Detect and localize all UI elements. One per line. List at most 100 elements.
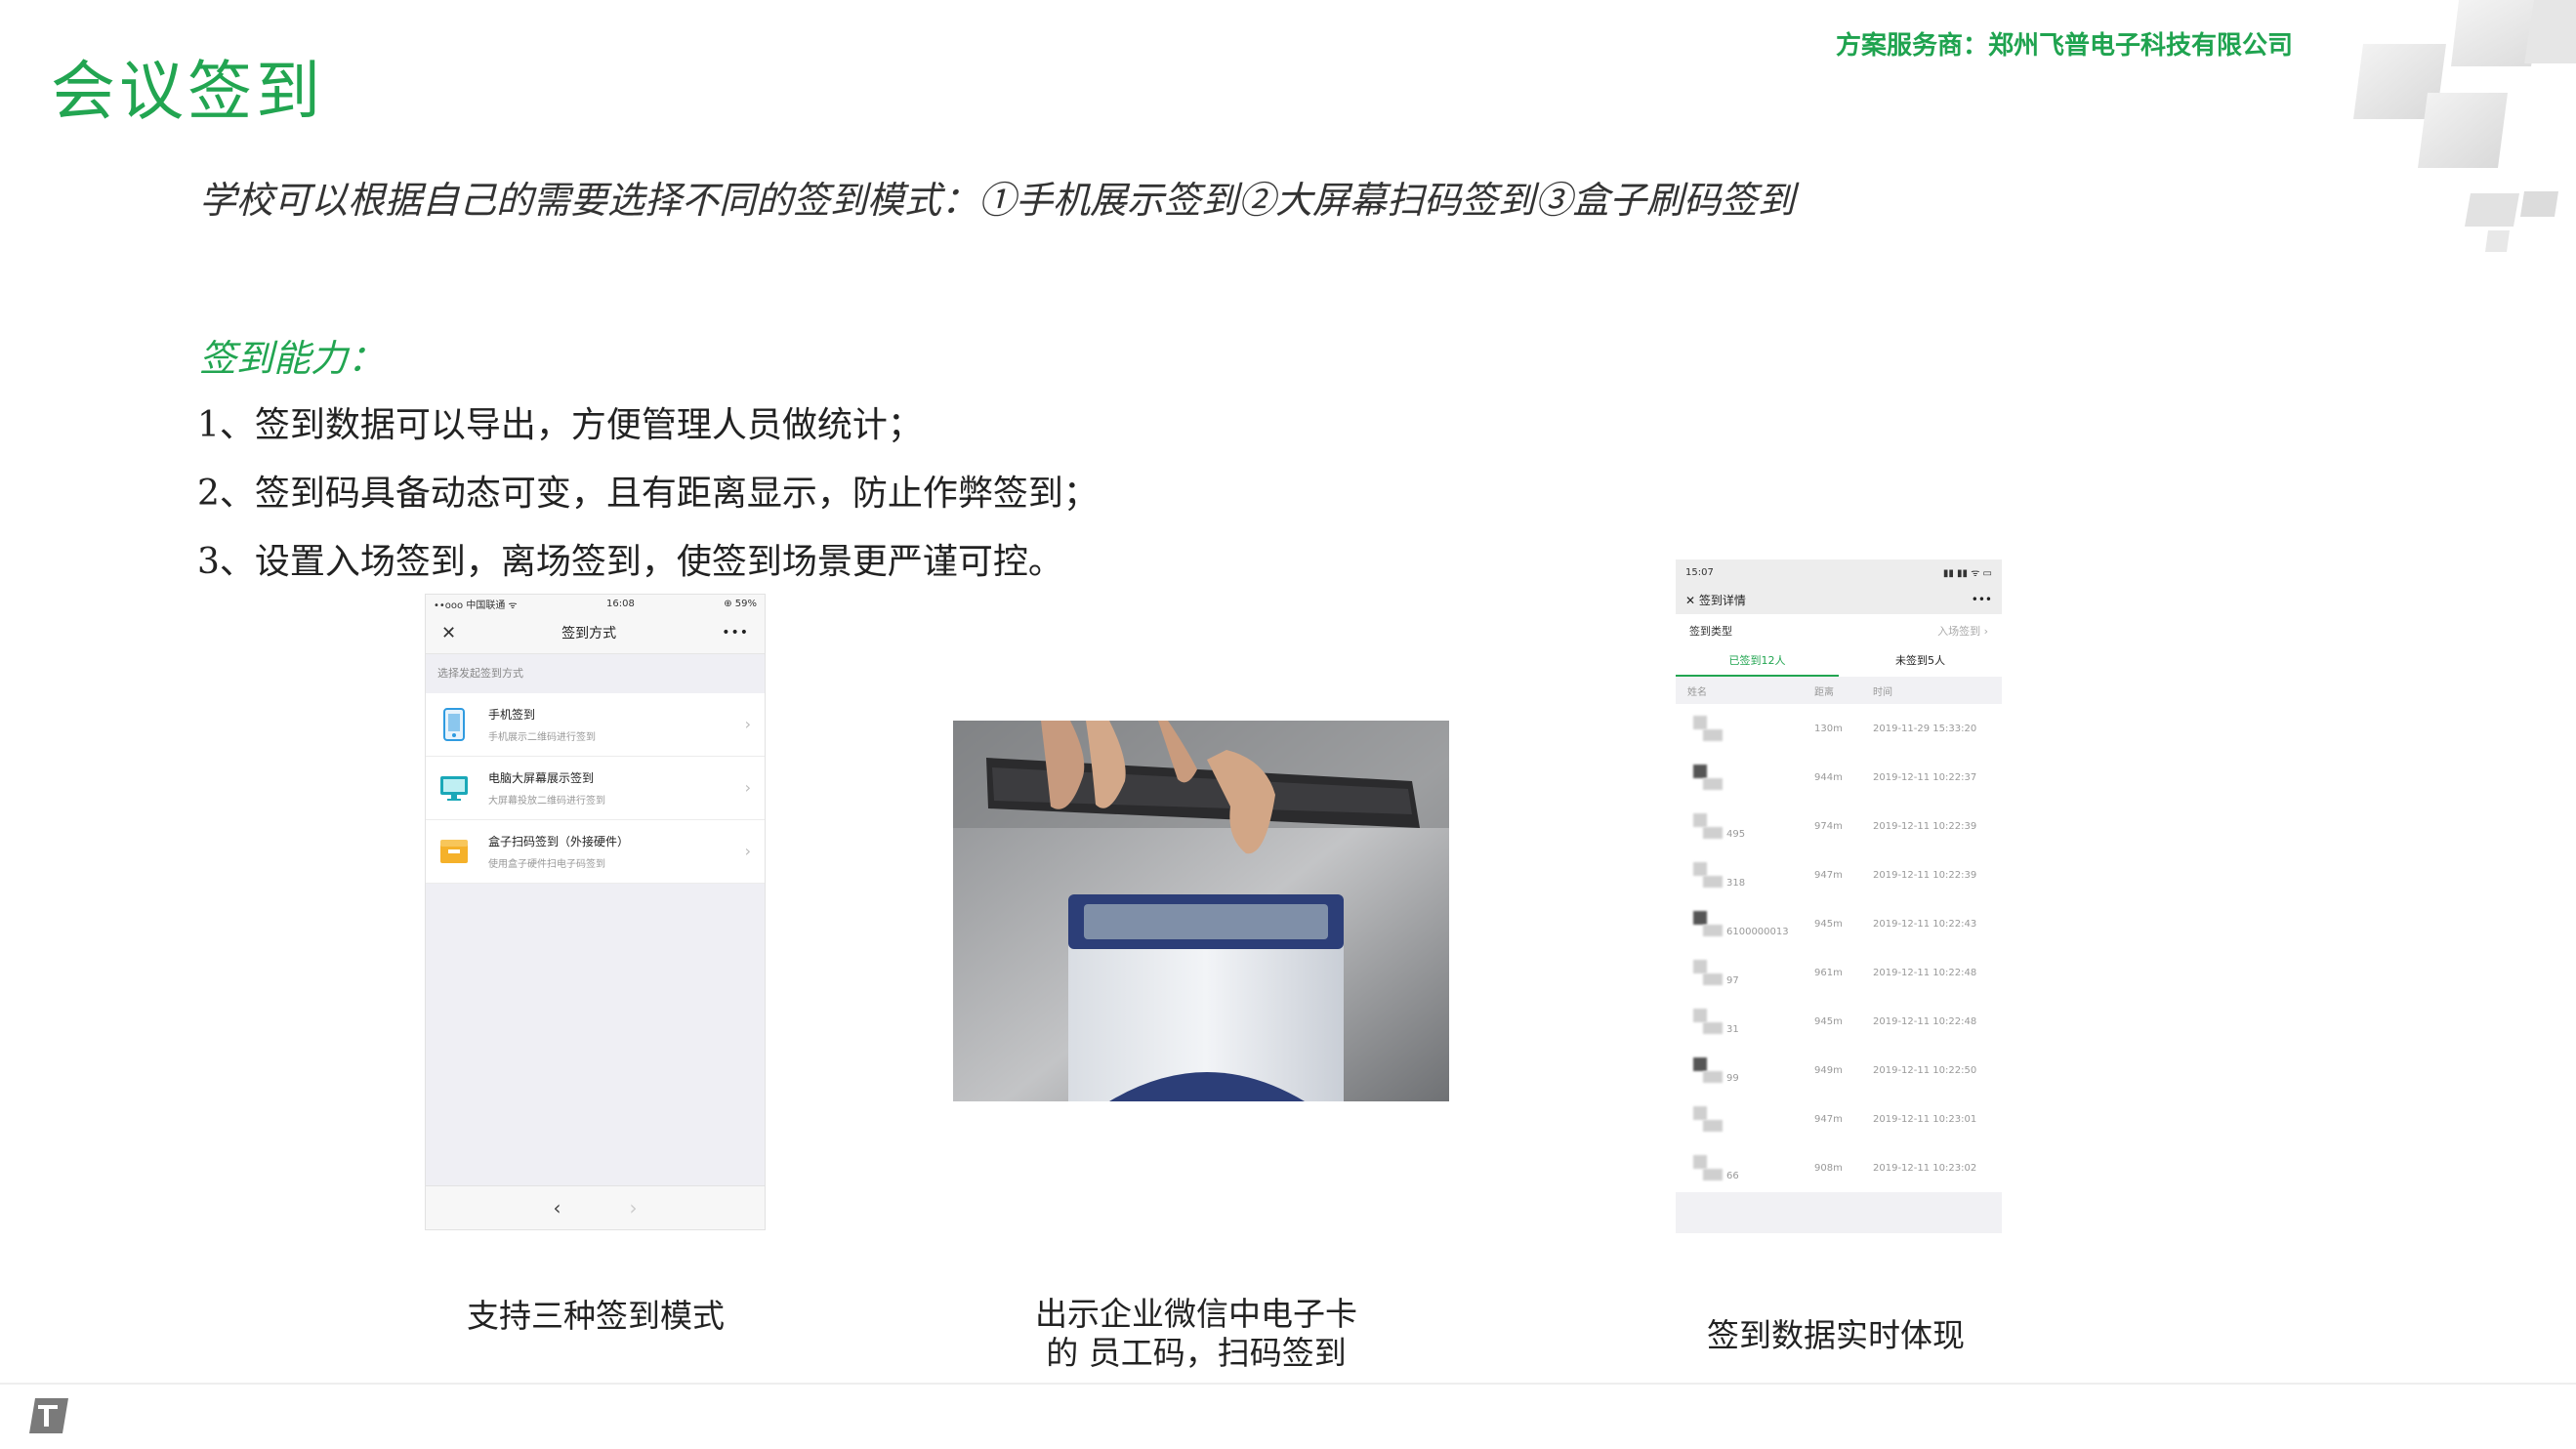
time-cell: 2019-12-11 10:22:48 <box>1873 967 1977 978</box>
intro-text: 学校可以根据自己的需要选择不同的签到模式：①手机展示签到②大屏幕扫码签到③盒子刷… <box>199 179 1796 222</box>
name-fragment: 318 <box>1726 878 1746 889</box>
close-icon[interactable]: ✕ <box>1685 594 1695 607</box>
option-desc: 大屏幕投放二维码进行签到 <box>488 796 605 807</box>
time-cell: 2019-12-11 10:22:48 <box>1873 1015 1977 1027</box>
blurred-name-cell <box>1687 1095 1814 1143</box>
option-desc: 手机展示二维码进行签到 <box>488 732 596 743</box>
footer-divider <box>0 1383 2576 1385</box>
decorative-squares-graphic <box>2353 0 2576 252</box>
provider-label: 方案服务商：郑州飞普电子科技有限公司 <box>1836 31 2294 61</box>
table-row: 6100000013 945m 2019-12-11 10:22:43 <box>1676 899 2002 948</box>
tab-unsigned[interactable]: 未签到5人 <box>1839 647 2002 677</box>
table-row: 944m 2019-12-11 10:22:37 <box>1676 753 2002 802</box>
phone-icon <box>439 708 469 741</box>
option-phone-signin[interactable]: 手机签到 手机展示二维码进行签到 › <box>426 693 765 757</box>
more-icon[interactable]: ••• <box>1972 593 1992 606</box>
signin-type-value: 入场签到 › <box>1937 625 1988 638</box>
page-title: 会议签到 <box>51 54 324 129</box>
nav-bar: ✕ 签到详情 ••• <box>1676 585 2002 614</box>
time-cell: 2019-12-11 10:23:01 <box>1873 1113 1977 1125</box>
status-bar: ••ooo 中国联通 ᯤ 16:08 ⊕ 59% <box>426 595 765 612</box>
distance-cell: 130m <box>1814 723 1843 734</box>
time-cell: 2019-12-11 10:22:39 <box>1873 869 1977 881</box>
distance-cell: 947m <box>1814 869 1843 881</box>
option-desc: 使用盒子硬件扫电子码签到 <box>488 859 605 870</box>
table-row: 495 974m 2019-12-11 10:22:39 <box>1676 802 2002 850</box>
blurred-name-cell: 99 <box>1687 1046 1814 1095</box>
scanner-photo <box>953 721 1449 1101</box>
chevron-right-icon: › <box>744 715 751 733</box>
option-title: 手机签到 <box>488 708 536 722</box>
tabs: 已签到12人 未签到5人 <box>1676 647 2002 677</box>
capability-item: 2、签到码具备动态可变，且有距离显示，防止作弊签到； <box>197 474 1099 514</box>
chevron-right-icon: › <box>744 778 751 797</box>
blurred-name-cell: 318 <box>1687 850 1814 899</box>
time-cell: 2019-12-11 10:22:37 <box>1873 771 1977 783</box>
option-screen-signin[interactable]: 电脑大屏幕展示签到 大屏幕投放二维码进行签到 › <box>426 757 765 820</box>
table-row: 66 908m 2019-12-11 10:23:02 <box>1676 1143 2002 1192</box>
status-time: 16:08 <box>606 598 635 609</box>
more-icon[interactable]: ••• <box>722 625 749 641</box>
screen-title: 签到方式 <box>561 626 617 642</box>
blurred-name-cell: 6100000013 <box>1687 899 1814 948</box>
blurred-name-cell: 97 <box>1687 948 1814 997</box>
distance-cell: 974m <box>1814 820 1843 832</box>
carrier-label: ••ooo 中国联通 ᯤ <box>434 600 518 611</box>
name-fragment: 31 <box>1726 1024 1739 1035</box>
capability-item: 1、签到数据可以导出，方便管理人员做统计； <box>197 405 923 445</box>
distance-cell: 945m <box>1814 918 1843 930</box>
capability-item: 3、设置入场签到，离场签到，使签到场景更严谨可控。 <box>197 542 1063 582</box>
caption-right: 签到数据实时体现 <box>1707 1316 1965 1354</box>
tab-signed[interactable]: 已签到12人 <box>1676 647 1839 677</box>
col-time: 时间 <box>1873 686 1892 698</box>
signin-details-phone-screenshot: 15:07 ▮▮ ▮▮ ᯤ ▭ ✕ 签到详情 ••• 签到类型 入场签到 › 已… <box>1676 559 2002 1233</box>
blurred-name-cell: 66 <box>1687 1143 1814 1192</box>
nav-bar: ✕ 签到方式 ••• <box>426 612 765 654</box>
time-cell: 2019-12-11 10:23:02 <box>1873 1162 1977 1174</box>
signin-type-label: 签到类型 <box>1689 625 1732 638</box>
signin-list: 130m 2019-11-29 15:33:20 944m 2019-12-11 10… <box>1676 704 2002 1192</box>
option-title: 电脑大屏幕展示签到 <box>488 771 595 785</box>
section-hint: 选择发起签到方式 <box>437 667 523 680</box>
col-name: 姓名 <box>1687 686 1707 698</box>
caption-left: 支持三种签到模式 <box>467 1297 725 1335</box>
logo-icon <box>29 1398 68 1433</box>
status-time: 15:07 <box>1685 566 1714 578</box>
col-distance: 距离 <box>1814 686 1834 698</box>
distance-cell: 944m <box>1814 771 1843 783</box>
close-icon[interactable]: ✕ <box>441 623 456 643</box>
time-cell: 2019-12-11 10:22:43 <box>1873 918 1977 930</box>
battery-label: ⊕ 59% <box>724 598 757 609</box>
distance-cell: 945m <box>1814 1015 1843 1027</box>
name-fragment: 6100000013 <box>1726 927 1789 937</box>
capabilities-heading: 签到能力： <box>199 337 386 380</box>
screen-title: 签到详情 <box>1698 593 1746 607</box>
time-cell: 2019-12-11 10:22:50 <box>1873 1064 1977 1076</box>
name-fragment: 66 <box>1726 1171 1739 1181</box>
time-cell: 2019-11-29 15:33:20 <box>1873 723 1977 734</box>
option-box-signin[interactable]: 盒子扫码签到（外接硬件） 使用盒子硬件扫电子码签到 › <box>426 820 765 884</box>
time-cell: 2019-12-11 10:22:39 <box>1873 820 1977 832</box>
browser-footer: ‹ › <box>426 1185 765 1229</box>
back-arrow-icon[interactable]: ‹ <box>554 1196 561 1220</box>
blurred-name-cell: 495 <box>1687 802 1814 850</box>
blurred-name-cell: 31 <box>1687 997 1814 1046</box>
distance-cell: 949m <box>1814 1064 1843 1076</box>
name-fragment: 99 <box>1726 1073 1739 1084</box>
caption-middle: 出示企业微信中电子卡的 员工码，扫码签到 <box>1035 1295 1357 1372</box>
table-row: 97 961m 2019-12-11 10:22:48 <box>1676 948 2002 997</box>
box-icon <box>439 835 469 868</box>
table-row: 31 945m 2019-12-11 10:22:48 <box>1676 997 2002 1046</box>
blurred-name-cell <box>1687 753 1814 802</box>
signin-type-row[interactable]: 签到类型 入场签到 › <box>1676 614 2002 647</box>
blurred-name-cell <box>1687 704 1814 753</box>
table-row: 99 949m 2019-12-11 10:22:50 <box>1676 1046 2002 1095</box>
forward-arrow-icon[interactable]: › <box>630 1196 638 1220</box>
chevron-right-icon: › <box>744 842 751 860</box>
option-title: 盒子扫码签到（外接硬件） <box>488 835 630 849</box>
table-row: 947m 2019-12-11 10:23:01 <box>1676 1095 2002 1143</box>
status-bar: 15:07 ▮▮ ▮▮ ᯤ ▭ <box>1676 559 2002 585</box>
name-fragment: 97 <box>1726 975 1739 986</box>
name-fragment: 495 <box>1726 829 1746 840</box>
distance-cell: 908m <box>1814 1162 1843 1174</box>
